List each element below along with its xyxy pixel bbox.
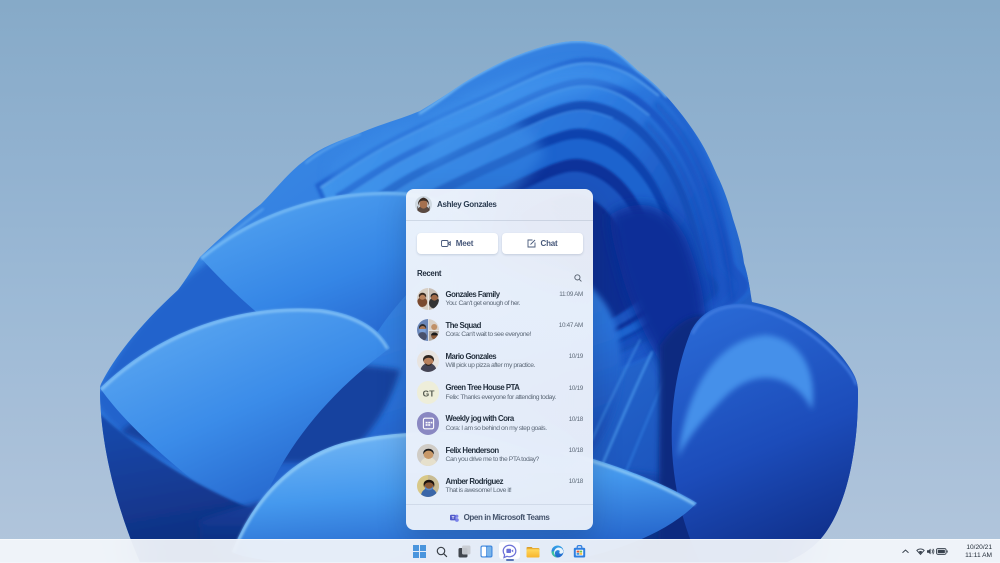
svg-text:GT: GT — [422, 388, 435, 398]
